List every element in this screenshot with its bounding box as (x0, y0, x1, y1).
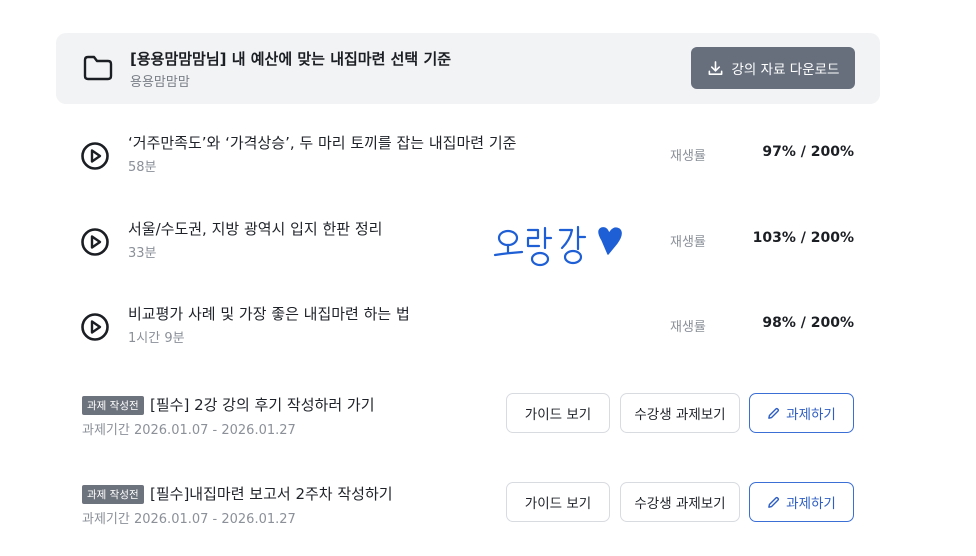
play-rate-label: 재생률 (670, 320, 706, 335)
do-assignment-button[interactable]: 과제하기 (749, 393, 854, 433)
download-icon (708, 60, 722, 75)
guide-button[interactable]: 가이드 보기 (506, 482, 610, 522)
course-title: [용용맘맘맘님] 내 예산에 맞는 내집마련 선택 기준 (130, 50, 452, 68)
lecture-title[interactable]: ‘거주만족도’와 ‘가격상승’, 두 마리 토끼를 잡는 내집마련 기준 (128, 132, 516, 153)
assignment-period: 과제기간 2026.01.07 - 2026.01.27 (82, 423, 296, 438)
guide-button[interactable]: 가이드 보기 (506, 393, 610, 433)
assignment-title: [필수]내집마련 보고서 2주차 작성하기 (150, 485, 393, 503)
folder-icon (83, 55, 113, 81)
assignment-title: [필수] 2강 강의 후기 작성하러 가기 (150, 396, 375, 414)
assignment-period: 과제기간 2026.01.07 - 2026.01.27 (82, 512, 296, 527)
course-header: [용용맘맘맘님] 내 예산에 맞는 내집마련 선택 기준 용용맘맘맘 강의 자료… (56, 33, 880, 104)
lecture-duration: 1시간 9분 (128, 331, 185, 346)
download-button-label: 강의 자료 다운로드 (731, 62, 840, 78)
lecture-row[interactable]: ‘거주만족도’와 ‘가격상승’, 두 마리 토끼를 잡는 내집마련 기준 58분… (80, 132, 860, 182)
pencil-icon (768, 407, 780, 419)
play-icon[interactable] (80, 312, 110, 342)
lecture-title[interactable]: 비교평가 사례 및 가장 좋은 내집마련 하는 법 (128, 303, 410, 324)
pencil-icon (768, 496, 780, 508)
download-materials-button[interactable]: 강의 자료 다운로드 (691, 47, 855, 89)
lecture-row[interactable]: 비교평가 사례 및 가장 좋은 내집마련 하는 법 1시간 9분 재생률 98%… (80, 303, 860, 353)
play-rate-value: 98% / 200% (762, 315, 854, 331)
assignment-row: 과제 작성전 [필수] 2강 강의 후기 작성하러 가기 과제기간 2026.0… (80, 393, 860, 441)
play-icon[interactable] (80, 141, 110, 171)
lecture-duration: 33분 (128, 246, 157, 261)
play-icon[interactable] (80, 227, 110, 257)
status-badge: 과제 작성전 (82, 396, 144, 415)
play-rate-value: 97% / 200% (762, 144, 854, 160)
lecture-duration: 58분 (128, 160, 157, 175)
play-rate-label: 재생률 (670, 149, 706, 164)
play-rate-value: 103% / 200% (752, 230, 854, 246)
view-peer-assignments-button[interactable]: 수강생 과제보기 (620, 393, 740, 433)
assignment-row: 과제 작성전 [필수]내집마련 보고서 2주차 작성하기 과제기간 2026.0… (80, 482, 860, 530)
do-assignment-button[interactable]: 과제하기 (749, 482, 854, 522)
status-badge: 과제 작성전 (82, 485, 144, 504)
lecture-title[interactable]: 서울/수도권, 지방 광역시 입지 한판 정리 (128, 218, 382, 239)
course-author: 용용맘맘맘 (130, 75, 190, 90)
view-peer-assignments-button[interactable]: 수강생 과제보기 (620, 482, 740, 522)
do-assignment-label: 과제하기 (786, 407, 836, 423)
do-assignment-label: 과제하기 (786, 496, 836, 512)
handwritten-signature (493, 225, 622, 267)
play-rate-label: 재생률 (670, 235, 706, 250)
lecture-row[interactable]: 서울/수도권, 지방 광역시 입지 한판 정리 33분 재생률 103% / 2… (80, 218, 860, 268)
